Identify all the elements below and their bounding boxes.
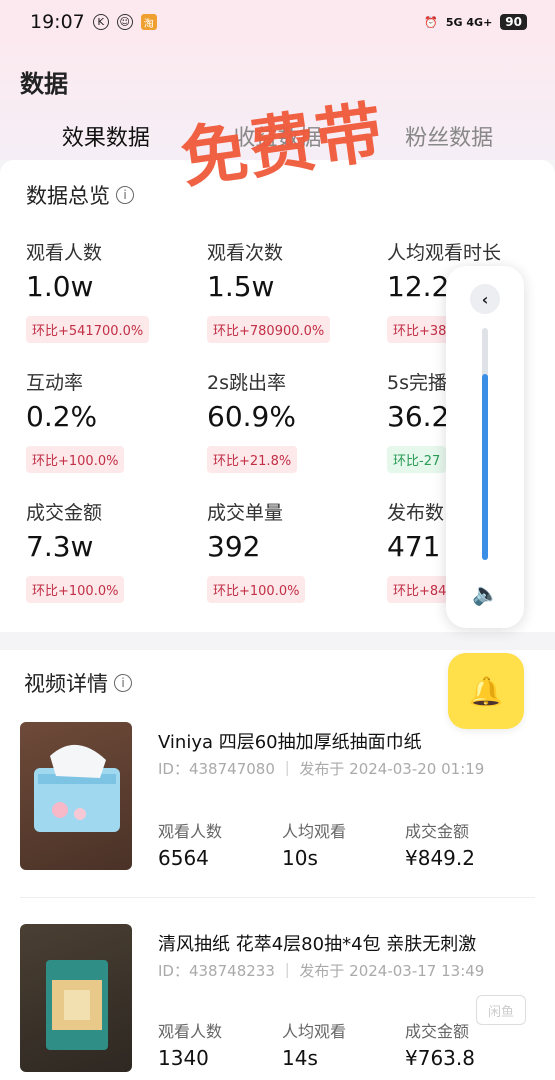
- metric-value: 1.5w: [207, 270, 275, 303]
- info-icon[interactable]: i: [116, 186, 134, 204]
- change-badge: 环比+84: [387, 576, 453, 603]
- stat-label: 成交金额: [405, 1022, 470, 1041]
- avatar-app-icon: ☺: [116, 14, 133, 30]
- stat-value: 14s: [282, 1046, 318, 1070]
- divider: [20, 897, 535, 898]
- video-stat-gmv: 成交金额 ¥763.8: [405, 1018, 475, 1070]
- metric-label: 成交金额: [26, 502, 103, 524]
- video-thumbnail[interactable]: [20, 722, 132, 870]
- corner-watermark: 闲鱼: [476, 995, 526, 1025]
- metric-orders[interactable]: 成交单量 392 环比+100.0%: [207, 498, 382, 603]
- metric-label: 人均观看时长: [387, 242, 502, 264]
- alarm-icon: ⏰: [424, 15, 438, 29]
- stat-label: 人均观看: [282, 1022, 347, 1041]
- stat-value: 6564: [158, 846, 209, 870]
- network-indicator: 5G 4G+: [445, 15, 493, 29]
- metric-bounce-rate[interactable]: 2s跳出率 60.9% 环比+21.8%: [207, 368, 382, 473]
- video-meta: ID：438747080 ｜ 发布于 2024-03-20 01:19: [158, 760, 485, 778]
- metric-views[interactable]: 观看次数 1.5w 环比+780900.0%: [207, 238, 382, 343]
- taobao-app-icon: 淘: [140, 14, 157, 30]
- status-bar: 19:07 K ☺ 淘 ⏰ 5G 4G+ 90: [0, 0, 555, 44]
- stat-value: ¥763.8: [405, 1046, 475, 1070]
- video-title: 清风抽纸 花萃4层80抽*4包 亲肤无刺激: [158, 934, 477, 955]
- volume-slider-fill: [482, 374, 488, 560]
- details-title-text: 视频详情: [24, 672, 108, 696]
- video-stat-viewers: 观看人数 1340: [158, 1018, 222, 1070]
- metric-label: 成交单量: [207, 502, 284, 524]
- change-badge: 环比+541700.0%: [26, 316, 150, 343]
- metric-interaction-rate[interactable]: 互动率 0.2% 环比+100.0%: [26, 368, 201, 473]
- page-title: 数据: [20, 70, 68, 98]
- video-stat-avg-watch: 人均观看 10s: [282, 818, 346, 870]
- chevron-left-icon[interactable]: ‹: [470, 284, 500, 314]
- metric-label: 观看次数: [207, 242, 284, 264]
- tab-fans-data[interactable]: 粉丝数据: [405, 120, 493, 152]
- tab-effect-data[interactable]: 效果数据: [62, 120, 150, 152]
- change-badge: 环比+100.0%: [207, 576, 306, 603]
- stat-label: 人均观看: [282, 822, 347, 841]
- metric-value: 1.0w: [26, 270, 94, 303]
- volume-panel: ‹ 🔈: [446, 266, 524, 628]
- change-badge: 环比+100.0%: [26, 446, 125, 473]
- video-stat-viewers: 观看人数 6564: [158, 818, 222, 870]
- k-icon: K: [92, 14, 109, 30]
- metric-label: 2s跳出率: [207, 372, 286, 394]
- change-badge: 环比-27: [387, 446, 447, 473]
- stat-label: 观看人数: [158, 1022, 223, 1041]
- overview-title-text: 数据总览: [26, 184, 110, 208]
- change-badge: 环比+38: [387, 316, 453, 343]
- metric-value: 7.3w: [26, 530, 94, 563]
- change-badge: 环比+780900.0%: [207, 316, 331, 343]
- battery-indicator: 90: [500, 14, 527, 30]
- bell-icon[interactable]: 🔔: [448, 653, 524, 729]
- metric-gmv[interactable]: 成交金额 7.3w 环比+100.0%: [26, 498, 201, 603]
- volume-slider[interactable]: [482, 328, 488, 560]
- metric-value: 0.2%: [26, 400, 98, 433]
- video-stat-gmv: 成交金额 ¥849.2: [405, 818, 475, 870]
- video-title: Viniya 四层60抽加厚纸抽面巾纸: [158, 732, 422, 753]
- details-title: 视频详情 i: [24, 668, 132, 698]
- video-stat-avg-watch: 人均观看 14s: [282, 1018, 346, 1070]
- video-meta: ID：438748233 ｜ 发布于 2024-03-17 13:49: [158, 962, 485, 980]
- video-thumbnail[interactable]: [20, 924, 132, 1072]
- metric-value: 60.9%: [207, 400, 296, 433]
- metric-label: 互动率: [26, 372, 84, 394]
- stat-value: ¥849.2: [405, 846, 475, 870]
- stat-label: 成交金额: [405, 822, 470, 841]
- stat-label: 观看人数: [158, 822, 223, 841]
- stat-value: 10s: [282, 846, 318, 870]
- info-icon[interactable]: i: [114, 674, 132, 692]
- metric-viewers[interactable]: 观看人数 1.0w 环比+541700.0%: [26, 238, 201, 343]
- stat-value: 1340: [158, 1046, 209, 1070]
- metric-label: 观看人数: [26, 242, 103, 264]
- status-time: 19:07: [30, 11, 85, 33]
- speaker-icon[interactable]: 🔈: [472, 582, 499, 607]
- metric-value: 392: [207, 530, 261, 563]
- change-badge: 环比+21.8%: [207, 446, 298, 473]
- overview-title: 数据总览 i: [26, 180, 134, 210]
- change-badge: 环比+100.0%: [26, 576, 125, 603]
